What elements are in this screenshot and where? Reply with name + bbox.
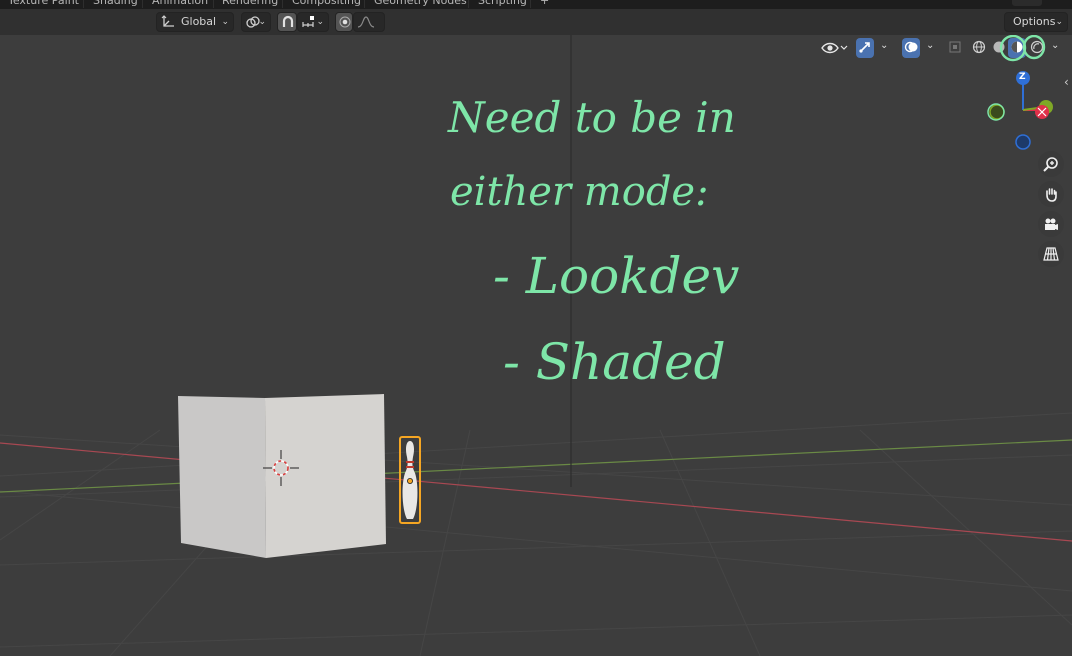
chevron-down-icon: ⌄ <box>1055 17 1063 27</box>
chevron-down-icon: ⌄ <box>221 17 229 27</box>
snap-target-dropdown[interactable]: ⌄ <box>297 12 329 32</box>
tab-animation[interactable]: Animation <box>152 0 208 8</box>
chevron-down-icon: ⌄ <box>258 17 266 27</box>
camera-view-button[interactable] <box>1038 211 1064 237</box>
object-visibility-dropdown[interactable] <box>818 38 850 58</box>
perspective-toggle-button[interactable] <box>1038 241 1064 267</box>
floor-grid <box>0 412 1072 656</box>
options-label: Options <box>1013 15 1056 28</box>
overlays-toggle[interactable] <box>902 38 920 58</box>
magnet-icon <box>282 15 294 27</box>
xray-toggle[interactable] <box>946 38 964 58</box>
workspace-tab-bar: Texture Paint Shading Animation Renderin… <box>0 0 1072 9</box>
options-dropdown[interactable]: Options ⌄ <box>1004 12 1068 32</box>
tab-divider <box>364 0 365 8</box>
tab-divider <box>142 0 143 8</box>
snap-toggle[interactable] <box>277 12 297 32</box>
proportional-circle-icon <box>339 16 351 28</box>
zoom-icon <box>1043 157 1058 172</box>
tab-divider <box>213 0 214 8</box>
tab-compositing[interactable]: Compositing <box>292 0 361 8</box>
tab-geometry-nodes[interactable]: Geometry Nodes <box>374 0 467 8</box>
tab-divider <box>83 0 84 8</box>
tab-scripting[interactable]: Scripting <box>478 0 527 8</box>
x-axis-line <box>0 442 1072 542</box>
pan-button[interactable] <box>1038 181 1064 207</box>
tab-divider <box>282 0 283 8</box>
hand-icon <box>1046 188 1057 202</box>
annotation-circles <box>999 35 1046 62</box>
proportional-falloff-dropdown[interactable] <box>353 12 385 32</box>
chevron-down-icon: ⌄ <box>880 40 889 51</box>
y-axis-line <box>0 439 1072 493</box>
cube-object[interactable] <box>178 394 386 558</box>
pivot-point-dropdown[interactable]: ⌄ <box>241 12 271 32</box>
tab-divider <box>468 0 469 8</box>
add-workspace-button[interactable]: + <box>540 0 549 8</box>
camera-icon <box>1045 218 1058 230</box>
annotation-line-4: - Shaded <box>503 333 726 391</box>
shading-options-dropdown[interactable]: ⌄ <box>1048 38 1064 58</box>
tab-divider <box>530 0 531 8</box>
chevron-down-icon: ⌄ <box>316 17 324 27</box>
overlays-icon <box>904 41 918 53</box>
orientation-value: Global <box>181 15 217 28</box>
annotation-line-2: either mode: <box>450 169 709 215</box>
scene-selector[interactable] <box>1012 0 1042 6</box>
3d-viewport[interactable]: ⌄ ⌄ ⌄ ‹ Z Need to be in either mode: - L… <box>0 35 1072 656</box>
sidebar-toggle-icon[interactable]: ‹ <box>1064 75 1069 89</box>
shading-wireframe-button[interactable] <box>970 38 988 58</box>
falloff-curve-icon <box>357 16 375 28</box>
gizmo-arrow-icon <box>859 42 870 53</box>
snap-increment-icon <box>302 16 314 27</box>
zoom-button[interactable] <box>1038 151 1064 177</box>
transform-orientation-dropdown[interactable]: Global ⌄ <box>156 12 234 32</box>
annotation-line-3: - Lookdev <box>493 247 740 305</box>
gizmo-options-dropdown[interactable]: ⌄ <box>876 38 894 58</box>
neg-z-axis-handle[interactable] <box>1015 134 1031 150</box>
tab-texture-paint[interactable]: Texture Paint <box>8 0 79 8</box>
chevron-down-icon: ⌄ <box>926 40 935 51</box>
tab-rendering[interactable]: Rendering <box>222 0 278 8</box>
annotation-line-1: Need to be in <box>448 93 736 142</box>
viewport-header: Global ⌄ ⌄ ⌄ Options ⌄ <box>0 9 1072 35</box>
eye-icon <box>821 42 848 54</box>
orientation-axes-icon <box>161 15 174 27</box>
grid-perspective-icon <box>1043 247 1059 261</box>
z-axis-label: Z <box>1019 72 1026 82</box>
gizmo-toggle[interactable] <box>856 38 874 58</box>
xray-icon <box>949 41 961 53</box>
tab-shading[interactable]: Shading <box>93 0 138 8</box>
wireframe-sphere-icon <box>972 40 986 54</box>
chevron-down-icon: ⌄ <box>1051 40 1060 51</box>
overlays-options-dropdown[interactable]: ⌄ <box>922 38 940 58</box>
proportional-edit-toggle[interactable] <box>335 12 353 32</box>
